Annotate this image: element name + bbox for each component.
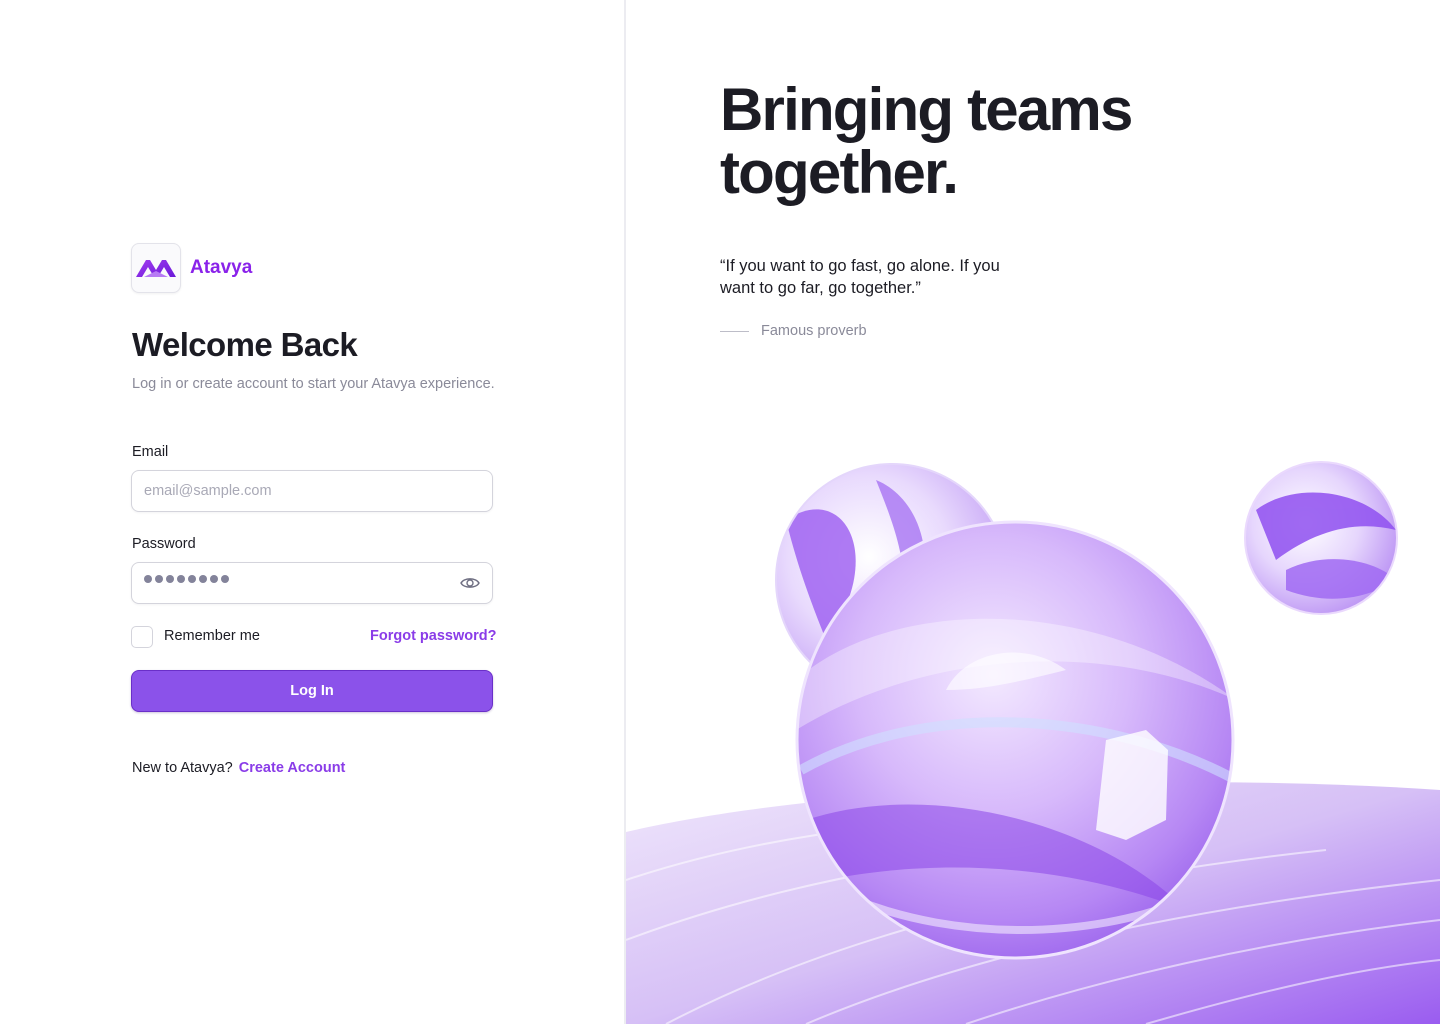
hero-quote: “If you want to go fast, go alone. If yo… [720,257,1000,297]
hero-headline-line-1: Bringing teams [720,76,1133,143]
purple-glass-spheres-illustration [626,461,1440,1024]
atavya-logo-icon [131,243,181,293]
signup-row: New to Atavya? Create Account [132,760,345,776]
create-account-link[interactable]: Create Account [239,760,346,776]
brand-name: Atavya [190,257,253,278]
quote-attribution: Famous proverb [720,323,867,339]
signup-prompt: New to Atavya? [132,760,233,776]
page-subtitle: Log in or create account to start your A… [132,376,495,392]
hero-headline-line-2: together. [720,139,959,206]
remember-label[interactable]: Remember me [164,628,260,644]
forgot-password-link[interactable]: Forgot password? [370,628,496,644]
login-button[interactable]: Log In [131,670,493,712]
email-label: Email [132,444,169,460]
email-field[interactable] [131,470,493,512]
eye-icon[interactable] [459,574,481,592]
remember-checkbox[interactable] [131,626,153,648]
page-title: Welcome Back [132,326,358,363]
attribution-dash [720,330,749,332]
hero-headline: Bringing teams together. [720,78,1320,204]
brand: Atavya [131,243,252,293]
attribution-text: Famous proverb [761,323,867,339]
hero-panel: Bringing teams together. “If you want to… [626,0,1440,1024]
password-label: Password [132,536,196,552]
password-field[interactable] [131,562,493,604]
login-panel: Atavya Welcome Back Log in or create acc… [0,0,624,1024]
